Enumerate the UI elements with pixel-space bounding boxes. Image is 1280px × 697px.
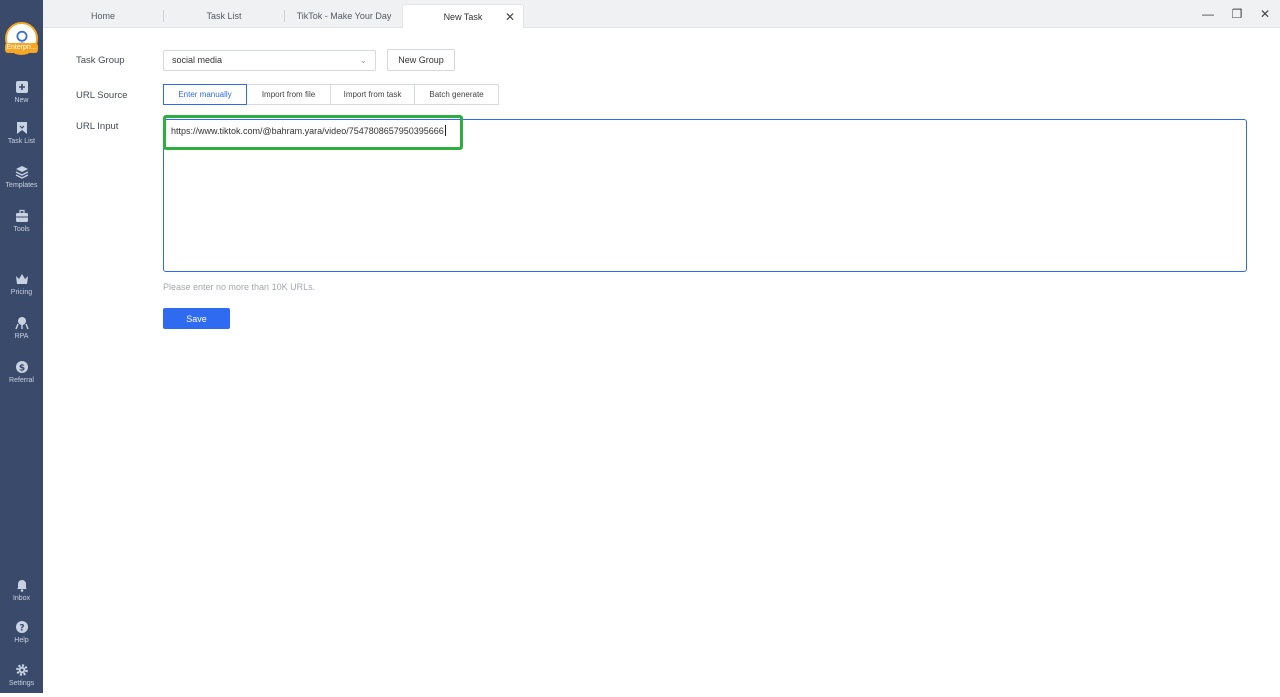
tab-label: Task List	[206, 11, 242, 21]
url-input-label: URL Input	[76, 121, 119, 132]
sidebar-item-pricing[interactable]: Pricing	[0, 270, 43, 306]
window-close-button[interactable]: ✕	[1257, 6, 1273, 22]
sidebar-item-label: Tools	[13, 226, 30, 233]
url-text: https://www.tiktok.com/@bahram.yara/vide…	[171, 126, 444, 136]
sidebar-item-label: RPA	[14, 333, 29, 340]
account-avatar[interactable]: Enterpri...	[5, 22, 38, 55]
sidebar-item-tools[interactable]: Tools	[0, 207, 43, 243]
sidebar-item-templates[interactable]: Templates	[0, 163, 43, 199]
robot-icon	[14, 317, 29, 330]
sidebar-item-label: Pricing	[10, 289, 33, 296]
sidebar-item-label: Referral	[9, 377, 34, 384]
task-group-value: social media	[172, 55, 223, 65]
source-enter-manually[interactable]: Enter manually	[163, 84, 247, 105]
tab-bar: Home Task List TikTok - Make Your Day Ne…	[43, 0, 1280, 28]
toolbox-icon	[15, 209, 28, 222]
new-group-button[interactable]: New Group	[387, 49, 455, 71]
chevron-down-icon: ⌄	[359, 55, 367, 65]
tab-new-task[interactable]: New Task ✕	[402, 4, 524, 28]
minimize-button[interactable]: —	[1200, 6, 1216, 22]
sidebar-item-referral[interactable]: $ Referral	[0, 358, 43, 394]
sidebar-item-task-list[interactable]: Task List	[0, 119, 43, 155]
sidebar-item-rpa[interactable]: RPA	[0, 314, 43, 350]
source-batch-generate[interactable]: Batch generate	[414, 84, 499, 105]
task-group-select[interactable]: social media ⌄	[163, 50, 376, 71]
sidebar-item-label: Task List	[7, 138, 36, 145]
dollar-icon: $	[15, 361, 28, 374]
url-limit-hint: Please enter no more than 10K URLs.	[163, 282, 316, 292]
task-group-label: Task Group	[76, 55, 125, 66]
sidebar-item-label: Help	[14, 637, 29, 644]
svg-text:?: ?	[19, 624, 24, 634]
source-import-from-task[interactable]: Import from task	[330, 84, 415, 105]
sidebar-item-label: Templates	[5, 182, 38, 189]
bookmark-icon	[16, 122, 27, 134]
plus-square-icon	[15, 81, 28, 93]
tab-label: Home	[90, 11, 115, 21]
sidebar-item-label: Inbox	[12, 595, 31, 602]
sidebar-item-settings[interactable]: Settings	[0, 661, 43, 697]
url-input-value: https://www.tiktok.com/@bahram.yara/vide…	[171, 125, 446, 136]
tab-home[interactable]: Home	[43, 4, 163, 28]
sidebar-item-label: New	[14, 97, 29, 104]
sidebar: Enterpri... New Task List Templates Tool…	[0, 0, 43, 693]
tab-tiktok[interactable]: TikTok - Make Your Day	[285, 4, 403, 28]
sidebar-item-new[interactable]: New	[0, 78, 43, 114]
question-icon: ?	[15, 621, 28, 634]
text-caret	[444, 125, 446, 136]
tab-task-list[interactable]: Task List	[164, 4, 284, 28]
source-import-from-file[interactable]: Import from file	[246, 84, 331, 105]
templates-icon	[15, 166, 28, 179]
save-button[interactable]: Save	[163, 308, 230, 329]
sidebar-item-help[interactable]: ? Help	[0, 618, 43, 654]
bell-icon	[16, 580, 27, 592]
url-source-label: URL Source	[76, 90, 128, 101]
close-icon[interactable]: ✕	[505, 10, 515, 24]
gear-icon	[15, 664, 28, 676]
tab-label: TikTok - Make Your Day	[296, 11, 392, 21]
plan-badge: Enterpri...	[5, 43, 38, 53]
url-input-textarea[interactable]	[163, 119, 1247, 272]
svg-text:$: $	[18, 364, 24, 374]
sidebar-item-inbox[interactable]: Inbox	[0, 576, 43, 612]
crown-icon	[15, 274, 28, 284]
sidebar-item-label: Settings	[8, 680, 35, 687]
tab-label: New Task	[443, 11, 483, 22]
restore-button[interactable]: ❐	[1229, 6, 1245, 22]
